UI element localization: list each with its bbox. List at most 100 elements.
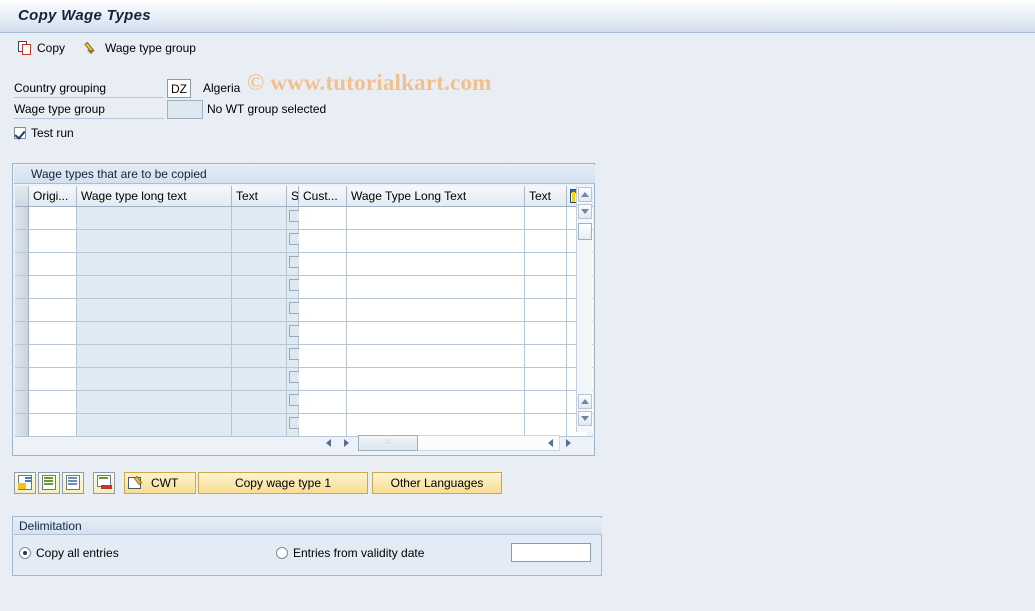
table-cell-wt_long_text2[interactable] [347,322,525,344]
test-run-checkbox[interactable]: Test run [14,125,74,141]
table-row[interactable] [15,253,593,276]
scroll-down-icon[interactable] [578,204,592,219]
table-cell-text2[interactable] [525,276,567,298]
column-header-orig[interactable]: Origi... [29,186,77,206]
validity-date-input[interactable] [511,543,591,562]
copy-wage-type-button[interactable]: Copy wage type 1 [198,472,368,494]
table-cell-orig[interactable] [29,207,77,229]
table-cell-cust[interactable] [299,368,347,390]
table-row[interactable] [15,322,593,345]
table-cell-cust[interactable] [299,414,347,436]
table-cell-rowsel[interactable] [15,276,29,298]
table-cell-wt_long_text[interactable] [77,299,232,321]
table-row[interactable] [15,391,593,414]
horizontal-scroll-thumb[interactable]: ∷ [358,435,418,451]
table-cell-s[interactable] [287,345,301,367]
table-cell-text1[interactable] [232,230,287,252]
column-header-wt_long_text2[interactable]: Wage Type Long Text [347,186,525,206]
table-cell-cust[interactable] [299,391,347,413]
table-cell-text1[interactable] [232,414,287,436]
scroll-right-icon[interactable] [339,435,354,450]
wage-type-group-button[interactable]: Wage type group [82,37,200,59]
table-cell-orig[interactable] [29,391,77,413]
table-cell-text1[interactable] [232,299,287,321]
table-cell-wt_long_text[interactable] [77,230,232,252]
table-cell-wt_long_text2[interactable] [347,253,525,275]
table-cell-orig[interactable] [29,299,77,321]
table-cell-rowsel[interactable] [15,368,29,390]
table-cell-wt_long_text2[interactable] [347,230,525,252]
table-cell-rowsel[interactable] [15,207,29,229]
table-cell-orig[interactable] [29,276,77,298]
cwt-button[interactable]: CWT [124,472,196,494]
table-cell-rowsel[interactable] [15,230,29,252]
table-row[interactable] [15,207,593,230]
country-grouping-input[interactable] [167,79,191,98]
table-cell-cust[interactable] [299,276,347,298]
scroll-up-icon[interactable] [578,187,592,202]
table-cell-cust[interactable] [299,345,347,367]
table-cell-s[interactable] [287,207,301,229]
table-cell-cust[interactable] [299,299,347,321]
column-header-cust[interactable]: Cust... [299,186,347,206]
table-cell-text2[interactable] [525,322,567,344]
column-header-s[interactable]: S [287,186,299,206]
vertical-scroll-thumb[interactable] [578,223,592,240]
table-cell-wt_long_text2[interactable] [347,391,525,413]
table-cell-s[interactable] [287,368,301,390]
table-cell-text2[interactable] [525,230,567,252]
test-run-checkbox-box[interactable] [14,127,26,139]
other-languages-button[interactable]: Other Languages [372,472,502,494]
table-cell-wt_long_text2[interactable] [347,299,525,321]
copy-from-icon-button[interactable] [14,472,36,494]
table-cell-wt_long_text[interactable] [77,345,232,367]
select-all-icon-button[interactable] [38,472,60,494]
table-cell-orig[interactable] [29,345,77,367]
table-cell-wt_long_text2[interactable] [347,345,525,367]
table-cell-wt_long_text[interactable] [77,276,232,298]
table-cell-text1[interactable] [232,253,287,275]
table-cell-wt_long_text[interactable] [77,207,232,229]
table-cell-s[interactable] [287,299,301,321]
column-header-text1[interactable]: Text [232,186,287,206]
table-cell-text1[interactable] [232,276,287,298]
table-cell-rowsel[interactable] [15,345,29,367]
table-cell-orig[interactable] [29,368,77,390]
scroll-left-icon-2[interactable] [543,435,558,450]
table-cell-text2[interactable] [525,368,567,390]
copy-all-entries-radio-button[interactable] [19,547,31,559]
table-cell-rowsel[interactable] [15,322,29,344]
page-down-icon[interactable] [578,411,592,426]
table-cell-text1[interactable] [232,368,287,390]
wage-type-group-input[interactable] [167,100,203,119]
table-cell-s[interactable] [287,230,301,252]
table-cell-cust[interactable] [299,207,347,229]
column-header-text2[interactable]: Text [525,186,567,206]
copy-button[interactable]: Copy [14,37,69,59]
table-cell-cust[interactable] [299,230,347,252]
table-cell-cust[interactable] [299,322,347,344]
table-row[interactable] [15,299,593,322]
table-cell-wt_long_text[interactable] [77,414,232,436]
scroll-right-icon-2[interactable] [561,435,576,450]
table-cell-text1[interactable] [232,207,287,229]
table-cell-s[interactable] [287,253,301,275]
table-cell-rowsel[interactable] [15,299,29,321]
table-cell-text2[interactable] [525,391,567,413]
table-cell-s[interactable] [287,276,301,298]
table-cell-text2[interactable] [525,414,567,436]
table-cell-wt_long_text2[interactable] [347,368,525,390]
table-row[interactable] [15,368,593,391]
table-row[interactable] [15,276,593,299]
grid-vertical-scrollbar[interactable] [576,186,592,432]
table-cell-wt_long_text[interactable] [77,368,232,390]
table-cell-wt_long_text2[interactable] [347,207,525,229]
table-cell-orig[interactable] [29,414,77,436]
table-cell-rowsel[interactable] [15,253,29,275]
entries-from-validity-date-radio[interactable]: Entries from validity date [276,545,424,561]
page-up-icon[interactable] [578,394,592,409]
table-cell-text1[interactable] [232,391,287,413]
horizontal-scroll-track[interactable]: ∷ [358,435,560,451]
table-cell-wt_long_text[interactable] [77,391,232,413]
column-header-rowsel[interactable] [15,186,29,206]
